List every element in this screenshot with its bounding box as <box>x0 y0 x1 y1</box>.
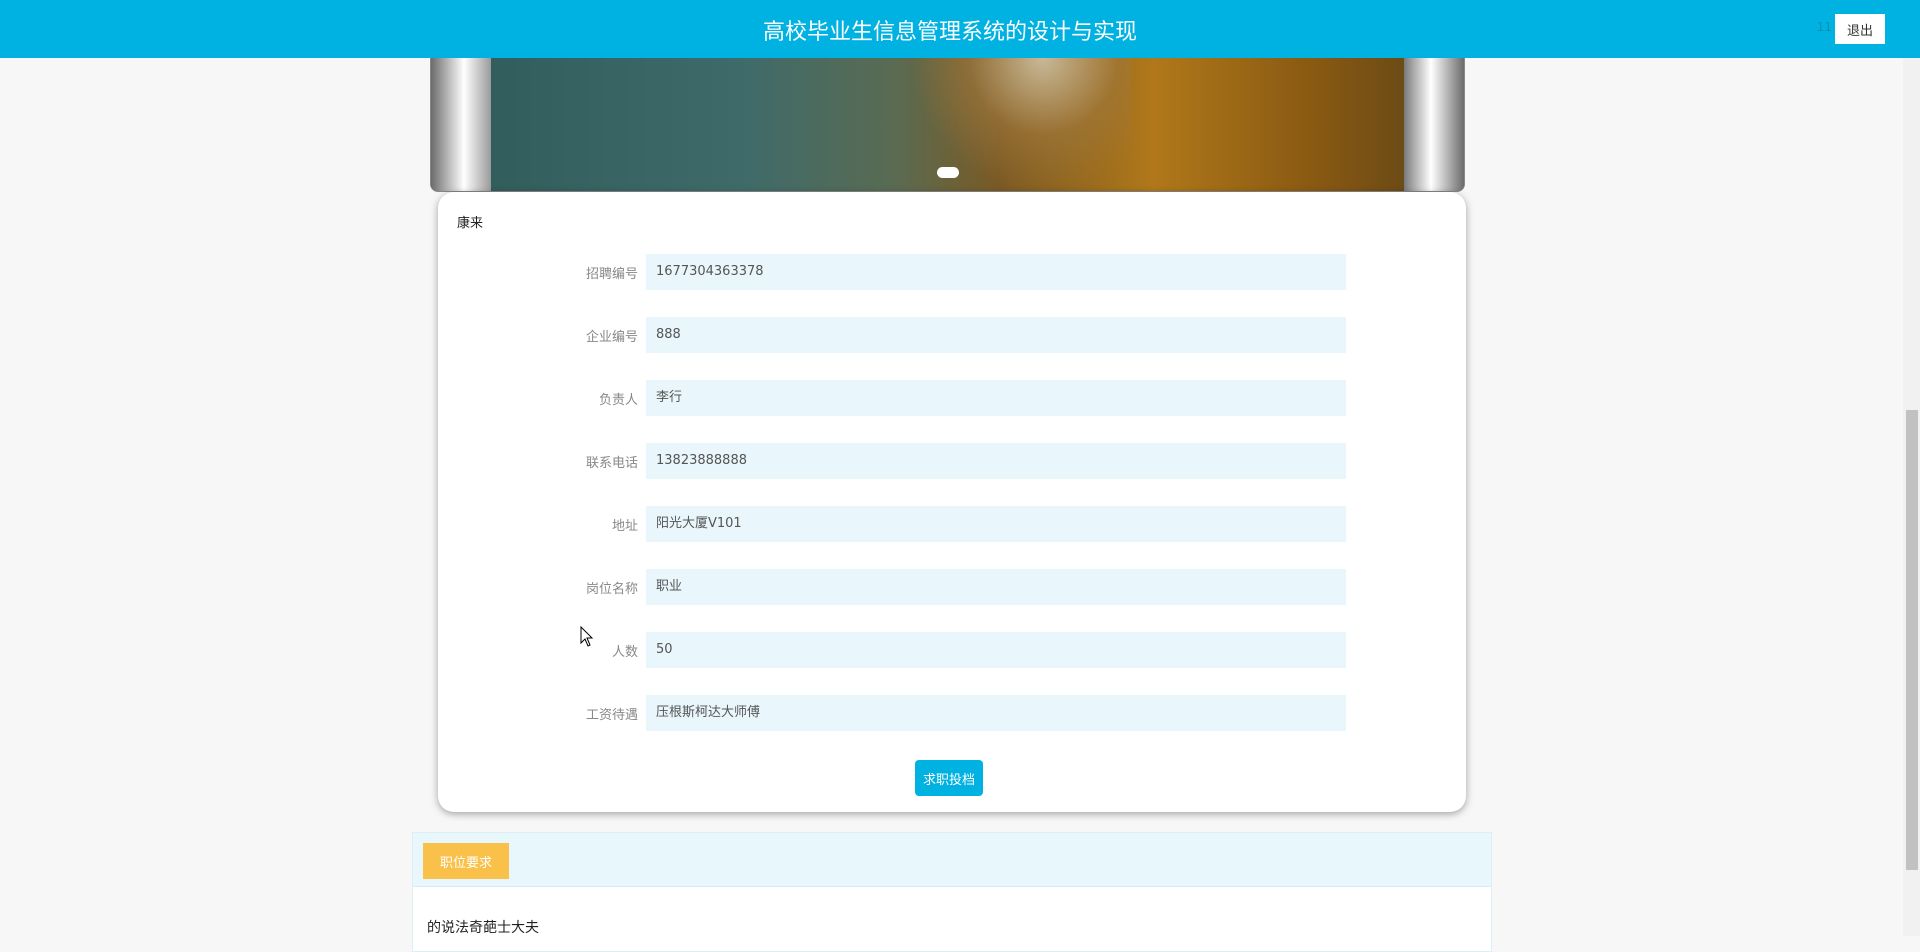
field-label: 地址 <box>611 519 638 534</box>
recruit-id-field[interactable]: 1677304363378 <box>646 254 1346 290</box>
requirements-text: 的说法奇葩士大夫 <box>427 920 539 936</box>
job-detail-card: 康来 招聘编号 1677304363378 企业编号 888 负责人 李行 联系… <box>438 192 1466 812</box>
field-row-recruit-id: 招聘编号 1677304363378 <box>438 252 1466 290</box>
logout-button[interactable]: 退出 <box>1835 14 1885 44</box>
field-label: 人数 <box>611 645 638 660</box>
field-label: 联系电话 <box>585 456 638 471</box>
position-name-field[interactable]: 职业 <box>646 569 1346 605</box>
company-name: 康来 <box>457 216 484 231</box>
field-row-position-name: 岗位名称 职业 <box>438 567 1466 605</box>
address-field[interactable]: 阳光大厦V101 <box>646 506 1346 542</box>
field-label: 工资待遇 <box>585 708 638 723</box>
salary-field[interactable]: 压根斯柯达大师傅 <box>646 695 1346 731</box>
top-header: 高校毕业生信息管理系统的设计与实现 11 退出 <box>0 0 1920 58</box>
carousel-indicator[interactable] <box>937 167 959 178</box>
field-row-company-id: 企业编号 888 <box>438 315 1466 353</box>
apply-job-button[interactable]: 求职投档 <box>915 760 983 796</box>
field-label: 负责人 <box>598 393 638 408</box>
headcount-field[interactable]: 50 <box>646 632 1346 668</box>
username-label: 11 <box>1816 20 1832 34</box>
mouse-cursor-icon <box>580 626 594 647</box>
page-title: 高校毕业生信息管理系统的设计与实现 <box>762 20 1137 45</box>
requirements-section: 职位要求 的说法奇葩士大夫 <box>412 832 1492 952</box>
field-label: 招聘编号 <box>585 267 638 282</box>
contact-person-field[interactable]: 李行 <box>646 380 1346 416</box>
field-row-contact-person: 负责人 李行 <box>438 378 1466 416</box>
vertical-scrollbar[interactable] <box>1903 0 1920 936</box>
requirements-tabbar: 职位要求 <box>413 833 1491 887</box>
field-row-phone: 联系电话 13823888888 <box>438 441 1466 479</box>
phone-field[interactable]: 13823888888 <box>646 443 1346 479</box>
tab-job-requirements[interactable]: 职位要求 <box>423 843 509 879</box>
company-id-field[interactable]: 888 <box>646 317 1346 353</box>
field-row-address: 地址 阳光大厦V101 <box>438 504 1466 542</box>
field-label: 企业编号 <box>585 330 638 345</box>
field-label: 岗位名称 <box>585 582 638 597</box>
field-row-salary: 工资待遇 压根斯柯达大师傅 <box>438 693 1466 731</box>
scrollbar-thumb[interactable] <box>1906 410 1918 870</box>
